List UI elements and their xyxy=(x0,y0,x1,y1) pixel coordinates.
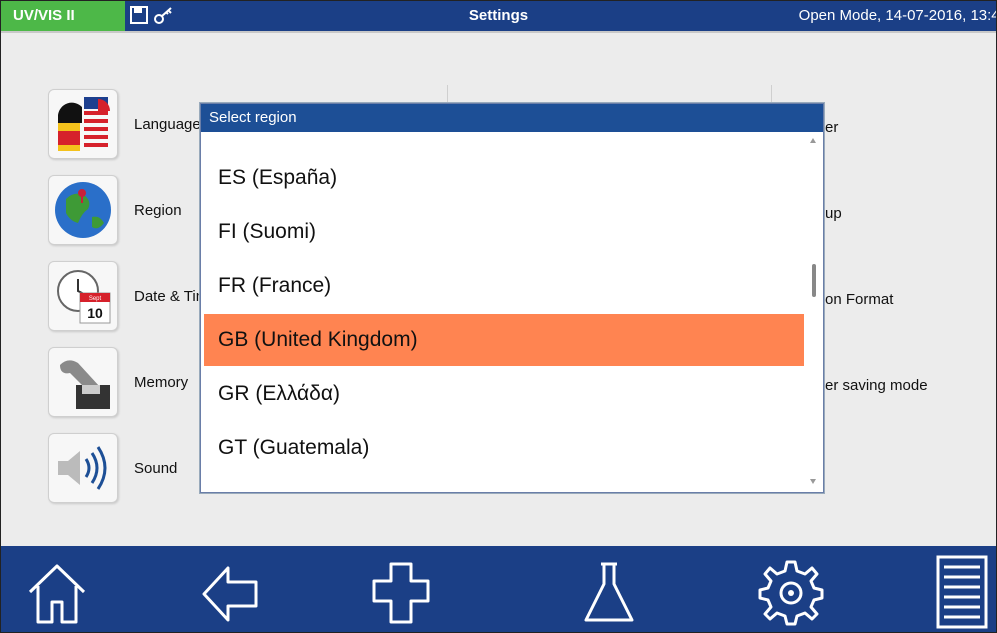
settings-item-label: Sound xyxy=(134,459,178,477)
calendar-month: Sept xyxy=(89,296,102,302)
memory-wrench-icon xyxy=(48,347,118,417)
settings-item-date-time[interactable]: Sept 10 Date & Time xyxy=(48,261,217,331)
home-icon[interactable] xyxy=(17,551,97,631)
globe-icon xyxy=(48,175,118,245)
calendar-clock-icon: Sept 10 xyxy=(48,261,118,331)
mode-status: Open Mode, 14-07-2016, 13:42 xyxy=(798,7,997,24)
scroll-up-icon[interactable] xyxy=(810,138,816,143)
select-region-dialog: Select region ES (España) FI (Suomi) FR … xyxy=(200,103,824,493)
scroll-thumb[interactable] xyxy=(812,264,816,297)
settings-item-label[interactable]: er saving mode xyxy=(825,377,928,394)
dialog-title: Select region xyxy=(201,104,823,132)
settings-item-label[interactable]: er xyxy=(825,119,838,136)
settings-item-label: Region xyxy=(134,201,182,219)
region-option[interactable]: GR (Ελλάδα) xyxy=(204,368,804,420)
region-option[interactable]: FI (Suomi) xyxy=(204,206,804,258)
settings-item-region[interactable]: Region xyxy=(48,175,182,245)
region-option[interactable]: ES (España) xyxy=(204,152,804,204)
calendar-day: 10 xyxy=(87,305,103,321)
add-icon[interactable] xyxy=(361,551,441,631)
settings-item-memory[interactable]: Memory xyxy=(48,347,188,417)
region-scrollbar[interactable] xyxy=(807,132,821,488)
settings-item-language[interactable]: Language xyxy=(48,89,201,159)
app-window: UV/VIS II Settings Open Mode, 14-07-2016… xyxy=(0,0,997,633)
top-bar: UV/VIS II Settings Open Mode, 14-07-2016… xyxy=(1,1,996,33)
settings-item-label[interactable]: on Format xyxy=(825,291,893,308)
bottom-nav-bar xyxy=(1,546,996,632)
menu-list-icon[interactable] xyxy=(921,551,996,631)
region-option-selected[interactable]: GB (United Kingdom) xyxy=(204,314,804,366)
back-arrow-icon[interactable] xyxy=(189,551,269,631)
region-option[interactable]: FR (France) xyxy=(204,260,804,312)
region-list[interactable]: ES (España) FI (Suomi) FR (France) GB (U… xyxy=(204,132,804,490)
settings-item-label[interactable]: up xyxy=(825,205,842,222)
settings-item-label: Language xyxy=(134,115,201,133)
region-option[interactable]: GT (Guatemala) xyxy=(204,422,804,474)
scroll-down-icon[interactable] xyxy=(810,479,816,484)
settings-item-label: Memory xyxy=(134,373,189,391)
speaker-icon xyxy=(48,433,118,503)
gear-icon[interactable] xyxy=(751,551,831,631)
language-flags-icon xyxy=(48,89,118,159)
flask-icon[interactable] xyxy=(569,551,649,631)
settings-item-sound[interactable]: Sound xyxy=(48,433,177,503)
